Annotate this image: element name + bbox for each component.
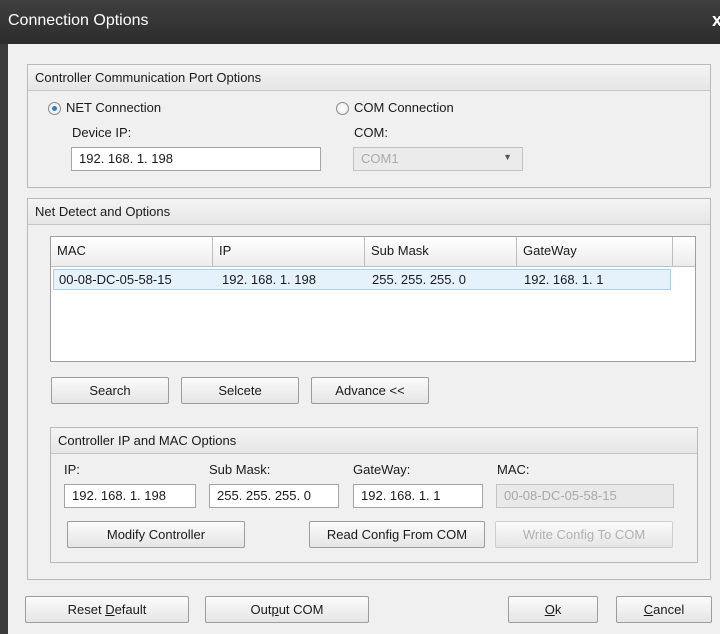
read-config-from-com-button[interactable]: Read Config From COM [309, 521, 485, 548]
gateway-input[interactable]: 192. 168. 1. 1 [353, 484, 483, 508]
column-header-sub-mask[interactable]: Sub Mask [365, 237, 517, 267]
ip-mac-options-group: Controller IP and MAC Options IP: 192. 1… [50, 427, 698, 563]
column-header-mac[interactable]: MAC [51, 237, 213, 267]
com-port-value: COM1 [361, 151, 399, 166]
ip-input[interactable]: 192. 168. 1. 198 [64, 484, 196, 508]
output-com-button[interactable]: Output COM [205, 596, 369, 623]
com-port-select[interactable]: COM1 ▼ [353, 147, 523, 171]
reset-default-button[interactable]: Reset Default [25, 596, 189, 623]
table-row[interactable]: 00-08-DC-05-58-15 192. 168. 1. 198 255. … [53, 269, 671, 290]
port-options-header: Controller Communication Port Options [28, 65, 710, 91]
com-connection-radio[interactable] [336, 102, 349, 115]
advance-button[interactable]: Advance << [311, 377, 429, 404]
com-port-label: COM: [354, 125, 388, 140]
column-header-gateway[interactable]: GateWay [517, 237, 673, 267]
write-config-to-com-button[interactable]: Write Config To COM [495, 521, 673, 548]
window-title: Connection Options [8, 12, 149, 29]
close-icon[interactable]: x [712, 10, 720, 31]
row-ip: 192. 168. 1. 198 [222, 272, 316, 287]
connection-options-dialog: Connection Options x Controller Communic… [0, 0, 720, 634]
ip-mac-options-header: Controller IP and MAC Options [51, 428, 697, 454]
sub-mask-label: Sub Mask: [209, 462, 271, 477]
net-connection-label[interactable]: NET Connection [66, 100, 161, 115]
device-ip-label: Device IP: [72, 125, 132, 140]
sub-mask-input[interactable]: 255. 255. 255. 0 [209, 484, 339, 508]
com-connection-label[interactable]: COM Connection [354, 100, 454, 115]
ip-label: IP: [64, 462, 80, 477]
mac-input: 00-08-DC-05-58-15 [496, 484, 674, 508]
net-connection-radio[interactable] [48, 102, 61, 115]
row-mask: 255. 255. 255. 0 [372, 272, 466, 287]
selcete-button[interactable]: Selcete [181, 377, 299, 404]
gateway-label: GateWay: [353, 462, 411, 477]
device-ip-input[interactable]: 192. 168. 1. 198 [71, 147, 321, 171]
chevron-down-icon: ▼ [503, 152, 512, 162]
search-button[interactable]: Search [51, 377, 169, 404]
modify-controller-button[interactable]: Modify Controller [67, 521, 245, 548]
column-header-ip[interactable]: IP [213, 237, 365, 267]
mac-label: MAC: [497, 462, 530, 477]
net-detect-group: Net Detect and Options MAC IP Sub Mask G… [27, 198, 711, 580]
row-gateway: 192. 168. 1. 1 [524, 272, 604, 287]
port-options-group: Controller Communication Port Options NE… [27, 64, 711, 188]
device-list[interactable]: MAC IP Sub Mask GateWay 00-08-DC-05-58-1… [50, 236, 696, 362]
row-mac: 00-08-DC-05-58-15 [59, 272, 172, 287]
ok-button[interactable]: Ok [508, 596, 598, 623]
cancel-button[interactable]: Cancel [616, 596, 712, 623]
title-bar[interactable]: Connection Options x [0, 0, 720, 44]
net-detect-header: Net Detect and Options [28, 199, 710, 225]
column-header-filler [673, 237, 695, 267]
